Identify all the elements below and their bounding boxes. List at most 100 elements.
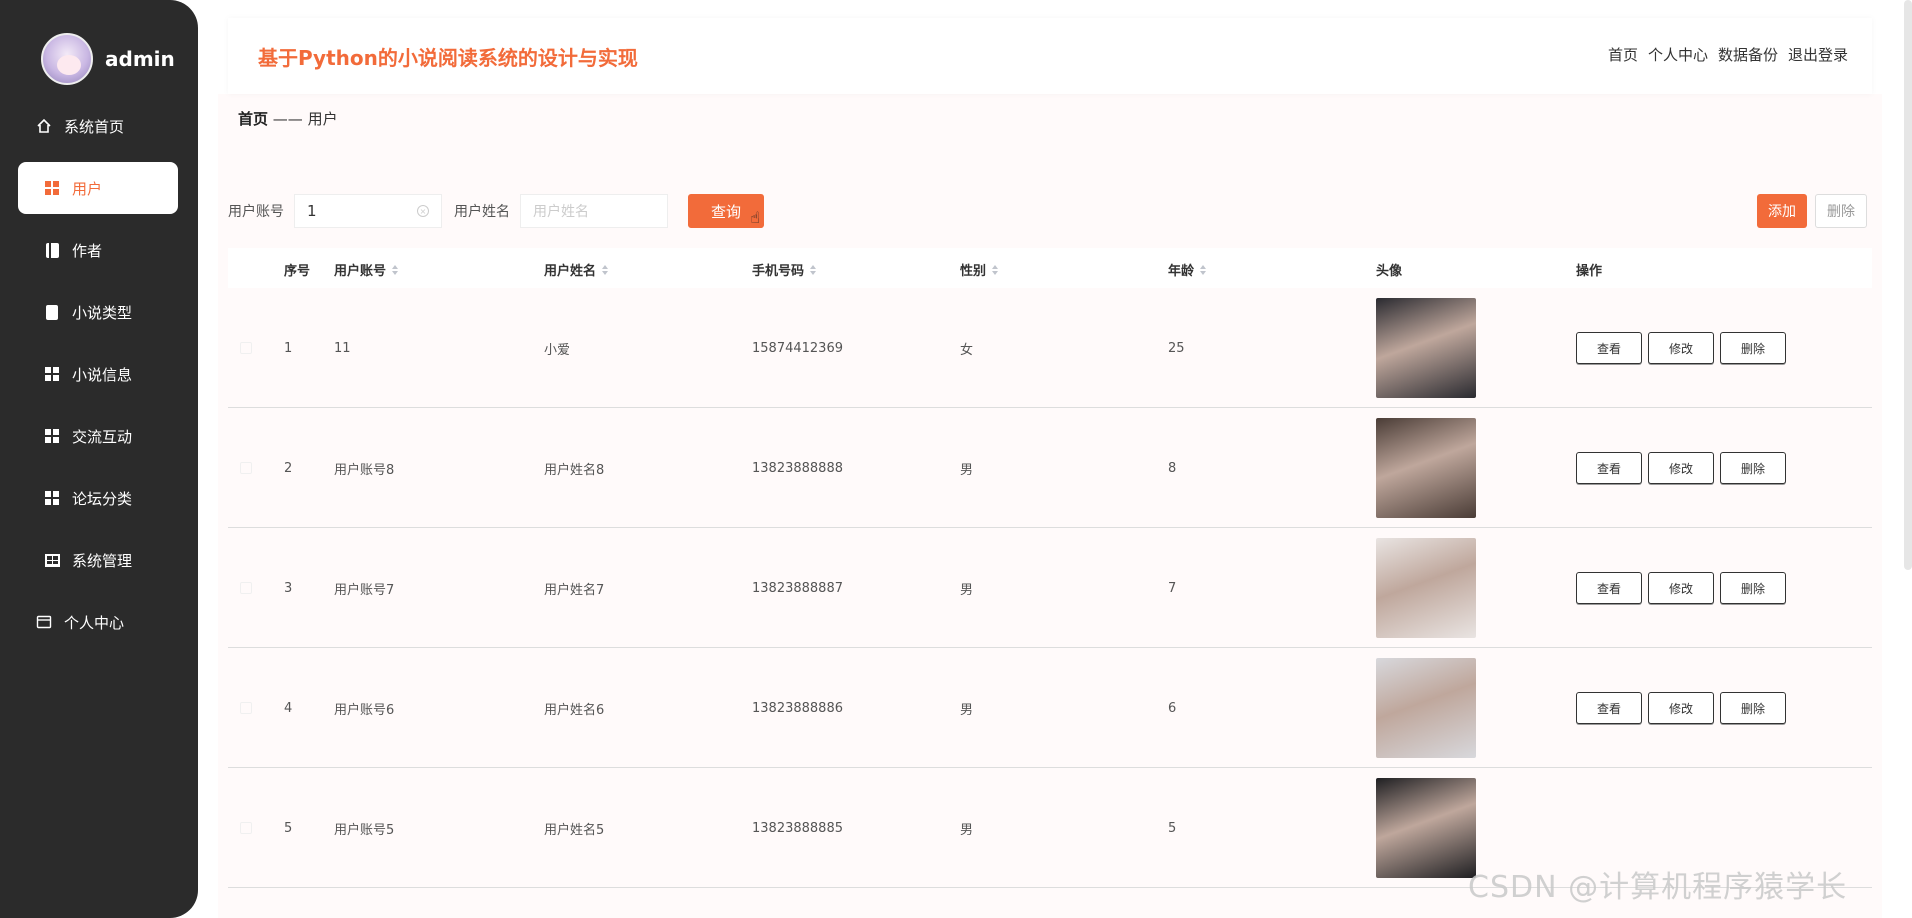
col-name[interactable]: 用户姓名: [544, 260, 609, 279]
row-avatar-cell: [1376, 288, 1476, 408]
delete-button[interactable]: 删除: [1720, 572, 1786, 604]
table-header: 序号 用户账号 用户姓名 手机号码 性别 年龄 头像 操作: [228, 248, 1872, 288]
row-avatar-cell: [1376, 768, 1476, 888]
col-age[interactable]: 年龄: [1168, 260, 1207, 279]
row-account: 用户账号7: [334, 582, 395, 598]
sidebar-item-novel-type[interactable]: 小说类型: [18, 286, 178, 338]
sidebar-item-label: 系统首页: [64, 117, 125, 136]
row-name: 用户姓名8: [544, 462, 605, 478]
sidebar-item-label: 小说类型: [72, 303, 133, 322]
book-icon: [44, 242, 60, 258]
table-row: 3 用户账号7 用户姓名7 13823888887 男 7 查看 修改 删除: [228, 528, 1872, 648]
edit-button[interactable]: 修改: [1648, 332, 1714, 364]
edit-button[interactable]: 修改: [1648, 452, 1714, 484]
edit-button[interactable]: 修改: [1648, 572, 1714, 604]
top-nav: 首页 个人中心 数据备份 退出登录: [1608, 44, 1848, 65]
row-name: 小爱: [544, 342, 571, 358]
row-checkbox[interactable]: [240, 648, 252, 768]
sort-icon[interactable]: [602, 264, 609, 275]
col-gender-label: 性别: [960, 264, 987, 279]
row-name: 用户姓名5: [544, 822, 605, 838]
col-gender[interactable]: 性别: [960, 260, 999, 279]
account-label: 用户账号: [228, 204, 284, 220]
sidebar: admin 系统首页 用户 作者 小说类型 小说信息 交流互动 论坛分类 系统管…: [0, 0, 198, 918]
row-checkbox[interactable]: [240, 288, 252, 408]
top-header: 基于Python的小说阅读系统的设计与实现 首页 个人中心 数据备份 退出登录: [228, 18, 1872, 94]
view-button[interactable]: 查看: [1576, 572, 1642, 604]
sidebar-item-label: 小说信息: [72, 365, 133, 384]
sidebar-item-novel-info[interactable]: 小说信息: [18, 348, 178, 400]
row-actions: 查看 修改 删除: [1576, 408, 1786, 528]
avatar[interactable]: [41, 33, 93, 85]
sort-icon[interactable]: [1200, 264, 1207, 275]
nav-home-link[interactable]: 首页: [1608, 44, 1638, 65]
batch-delete-button[interactable]: 删除: [1815, 194, 1867, 228]
home-icon: [36, 118, 52, 134]
breadcrumb-home[interactable]: 首页: [238, 110, 268, 128]
sidebar-item-label: 论坛分类: [72, 489, 133, 508]
row-checkbox-box[interactable]: [240, 462, 252, 474]
view-button[interactable]: 查看: [1576, 452, 1642, 484]
account-search-input[interactable]: 1 ×: [294, 194, 442, 228]
row-checkbox-box[interactable]: [240, 822, 252, 834]
search-bar: 用户账号 1 × 用户姓名 用户姓名 查询 ☝: [228, 194, 764, 228]
sidebar-item-forum-category[interactable]: 论坛分类: [18, 472, 178, 524]
grid-icon: [44, 490, 60, 506]
breadcrumb-separator: ——: [268, 110, 308, 128]
row-checkbox-box[interactable]: [240, 582, 252, 594]
grid-icon: [44, 180, 60, 196]
profile: admin: [41, 33, 175, 85]
edit-button[interactable]: 修改: [1648, 692, 1714, 724]
sort-icon[interactable]: [392, 264, 399, 275]
nav-personal-center-link[interactable]: 个人中心: [1648, 44, 1708, 65]
sidebar-item-home[interactable]: 系统首页: [18, 100, 178, 152]
col-name-label: 用户姓名: [544, 264, 597, 279]
sort-icon[interactable]: [810, 264, 817, 275]
view-button[interactable]: 查看: [1576, 692, 1642, 724]
delete-button[interactable]: 删除: [1720, 452, 1786, 484]
row-avatar-cell: [1376, 408, 1476, 528]
row-no: 4: [284, 700, 293, 716]
name-search-input[interactable]: 用户姓名: [520, 194, 668, 228]
user-photo: [1376, 778, 1476, 878]
col-avatar: 头像: [1376, 264, 1403, 279]
sidebar-item-label: 交流互动: [72, 427, 133, 446]
nav-logout-link[interactable]: 退出登录: [1788, 44, 1848, 65]
view-button[interactable]: 查看: [1576, 332, 1642, 364]
row-gender: 男: [960, 702, 974, 718]
account-input-value: 1: [307, 202, 317, 220]
col-account[interactable]: 用户账号: [334, 260, 399, 279]
row-checkbox[interactable]: [240, 768, 252, 888]
col-actions: 操作: [1576, 264, 1603, 279]
row-checkbox[interactable]: [240, 408, 252, 528]
sidebar-item-author[interactable]: 作者: [18, 224, 178, 276]
row-account: 用户账号8: [334, 462, 395, 478]
row-phone: 13823888888: [752, 460, 843, 476]
sidebar-item-label: 用户: [72, 179, 103, 198]
delete-button[interactable]: 删除: [1720, 332, 1786, 364]
query-button-label: 查询: [710, 202, 741, 221]
sidebar-item-personal-center[interactable]: 个人中心: [18, 596, 178, 648]
row-checkbox[interactable]: [240, 528, 252, 648]
row-actions: 查看 修改 删除: [1576, 288, 1786, 408]
query-button[interactable]: 查询 ☝: [688, 194, 764, 228]
col-phone[interactable]: 手机号码: [752, 260, 817, 279]
sort-icon[interactable]: [992, 264, 999, 275]
scrollbar[interactable]: [1904, 0, 1912, 570]
row-phone: 13823888887: [752, 580, 843, 596]
sidebar-item-users[interactable]: 用户: [18, 162, 178, 214]
hand-cursor-icon: ☝: [750, 208, 760, 227]
sidebar-item-label: 个人中心: [64, 613, 125, 632]
col-age-label: 年龄: [1168, 264, 1195, 279]
row-name: 用户姓名6: [544, 702, 605, 718]
add-button[interactable]: 添加: [1757, 194, 1807, 228]
breadcrumb: 首页 —— 用户: [238, 108, 338, 129]
nav-backup-link[interactable]: 数据备份: [1718, 44, 1778, 65]
sidebar-item-system[interactable]: 系统管理: [18, 534, 178, 586]
row-account: 用户账号5: [334, 822, 395, 838]
delete-button[interactable]: 删除: [1720, 692, 1786, 724]
sidebar-item-interaction[interactable]: 交流互动: [18, 410, 178, 462]
row-checkbox-box[interactable]: [240, 342, 252, 354]
row-checkbox-box[interactable]: [240, 702, 252, 714]
clear-icon[interactable]: ×: [417, 205, 429, 217]
